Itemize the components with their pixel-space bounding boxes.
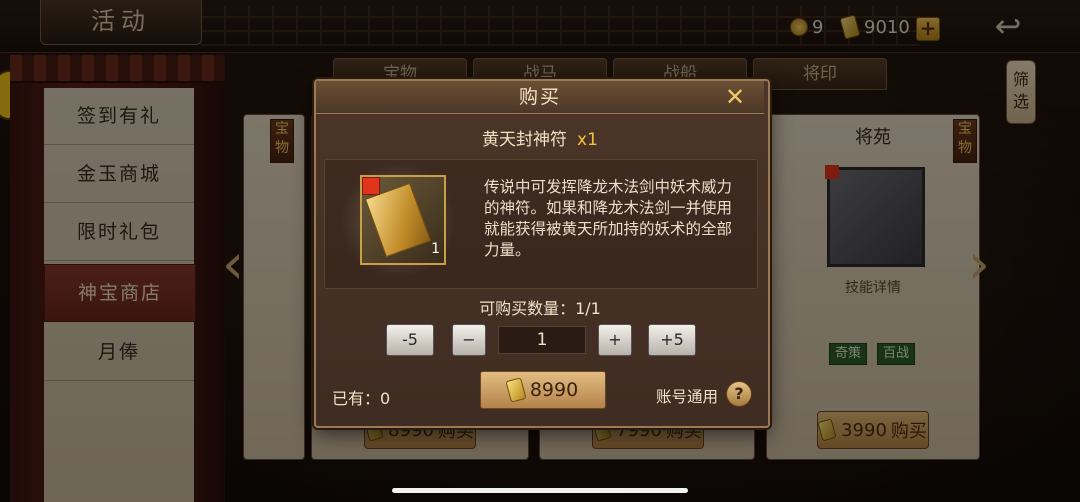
- gold-ingot-icon: [505, 377, 527, 403]
- item-description: 传说中可发挥降龙木法剑中妖术威力的神符。如果和降龙木法剑一并使用就能获得被黄天所…: [484, 178, 733, 259]
- account-shared-label: 账号通用: [656, 388, 719, 406]
- help-icon[interactable]: ?: [726, 381, 752, 407]
- minus-five-button[interactable]: -5: [386, 324, 434, 356]
- item-name-row: 黄天封神符 x1: [316, 125, 764, 150]
- plus-five-button[interactable]: +5: [648, 324, 696, 356]
- home-indicator[interactable]: [392, 488, 688, 493]
- minus-button[interactable]: −: [452, 324, 486, 356]
- close-icon[interactable]: ✕: [722, 84, 748, 110]
- purchase-dialog: 购买 ✕ 黄天封神符 x1 1 传说中可发挥降龙木法剑中妖术威力的神符。如果和降龙…: [314, 79, 770, 428]
- quality-badge-icon: [362, 177, 380, 195]
- item-name: 黄天封神符: [482, 130, 568, 150]
- plus-button[interactable]: +: [598, 324, 632, 356]
- owned-count: 已有：0: [332, 389, 391, 408]
- quantity-field[interactable]: 1: [498, 326, 586, 354]
- item-quantity: x1: [577, 130, 598, 150]
- confirm-purchase-button[interactable]: 8990: [480, 371, 606, 409]
- dialog-title: 购买: [518, 86, 561, 108]
- purchase-price: 8990: [529, 379, 579, 401]
- purchasable-quantity: 可购买数量：1/1: [479, 299, 601, 318]
- item-count: 1: [431, 241, 440, 257]
